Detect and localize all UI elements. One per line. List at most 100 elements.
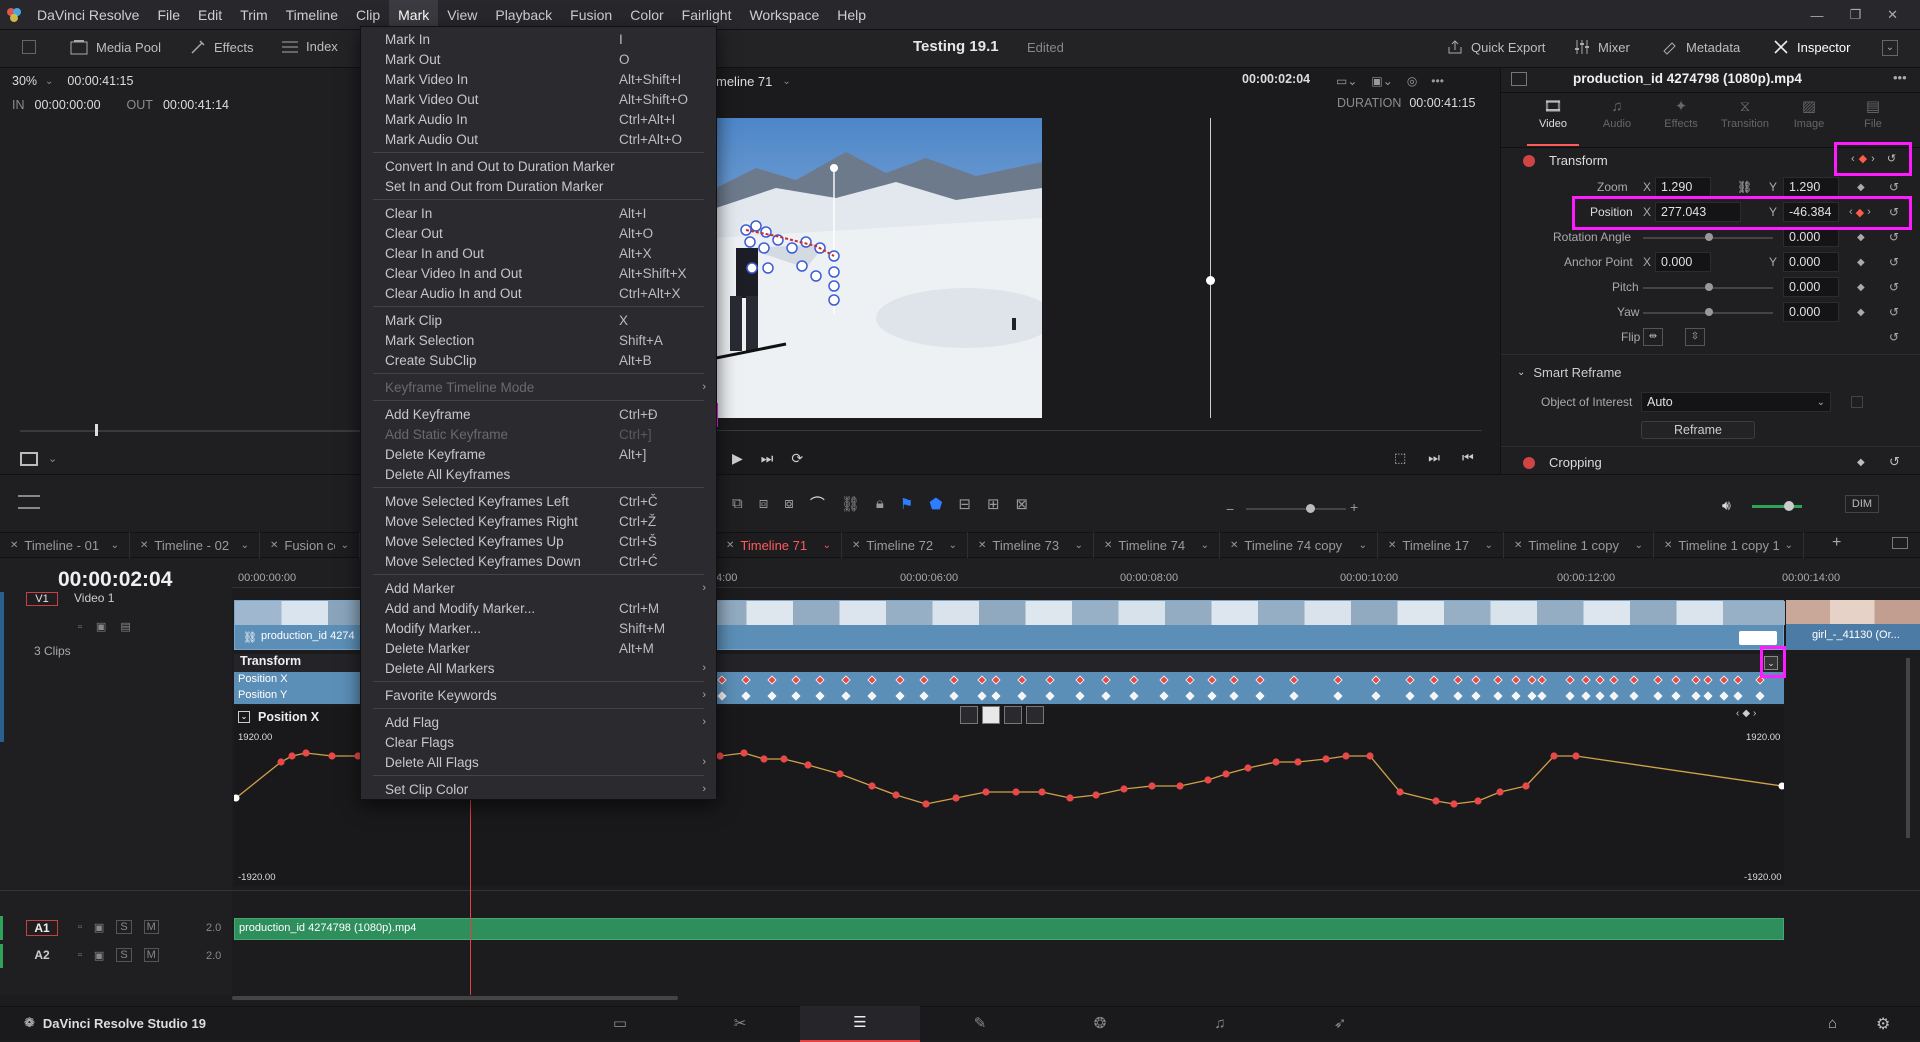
chevron-down-icon[interactable]: ⌄ xyxy=(48,452,57,465)
menu-item-mark-selection[interactable]: Mark Selection Shift+A xyxy=(361,330,716,350)
audio-clip[interactable]: production_id 4274798 (1080p).mp4 xyxy=(234,918,1784,940)
prev-keyframe-icon[interactable]: ‹ xyxy=(1849,206,1853,218)
timeline-scrollbar[interactable] xyxy=(232,996,678,1000)
keyframe-diamond-icon[interactable]: ◆ xyxy=(1857,257,1865,268)
video-clip-2[interactable]: girl_-_41130 (Or... xyxy=(1786,600,1920,650)
lock-icon[interactable]: ▫ xyxy=(78,949,82,961)
volume-slider[interactable] xyxy=(1752,505,1802,508)
tab-video[interactable]: 🎞︎ Video xyxy=(1521,96,1585,130)
timeline-tab[interactable]: ✕ Timeline 74 copy ⌄ xyxy=(1220,532,1378,558)
media-page-icon[interactable]: ▭ xyxy=(560,1007,680,1041)
close-icon[interactable]: ✕ xyxy=(852,540,860,551)
expand-icon[interactable]: ⌄ xyxy=(1882,40,1898,56)
chevron-down-icon[interactable]: ⌄ xyxy=(1764,656,1778,670)
auto-select-icon[interactable]: ▣ xyxy=(96,620,106,633)
close-icon[interactable]: ✕ xyxy=(726,540,734,551)
loop-icon[interactable]: ⟳ xyxy=(791,450,803,467)
lock-icon[interactable]: ▫ xyxy=(78,621,82,633)
link-icon[interactable]: ⛓ xyxy=(841,495,860,513)
mute-button[interactable]: M xyxy=(143,948,159,962)
chevron-down-icon[interactable]: ⌄ xyxy=(1359,540,1367,551)
menu-item-move-selected-keyframes-up[interactable]: Move Selected Keyframes Up Ctrl+Š xyxy=(361,531,716,551)
timeline-tab[interactable]: ✕ Timeline 1 copy ⌄ xyxy=(1504,532,1654,558)
prev-keyframe-icon[interactable]: ‹ xyxy=(1851,153,1855,165)
menu-item-move-selected-keyframes-right[interactable]: Move Selected Keyframes Right Ctrl+Ž xyxy=(361,511,716,531)
pitch-slider-handle[interactable] xyxy=(1705,283,1713,291)
gear-icon[interactable]: ⚙ xyxy=(1876,1014,1890,1034)
chevron-down-icon[interactable]: ⌄ xyxy=(45,76,53,87)
marker-icon[interactable]: ⬟ xyxy=(929,495,942,513)
reset-icon[interactable]: ↺ xyxy=(1887,152,1896,165)
menu-timeline[interactable]: Timeline xyxy=(277,0,347,30)
menu-item-mark-audio-out[interactable]: Mark Audio Out Ctrl+Alt+O xyxy=(361,129,716,149)
menu-item-mark-video-in[interactable]: Mark Video In Alt+Shift+I xyxy=(361,69,716,89)
next-keyframe-icon[interactable]: › xyxy=(1871,153,1875,165)
tab-transition[interactable]: ⧖ Transition xyxy=(1713,96,1777,130)
close-icon[interactable]: ✕ xyxy=(1104,540,1112,551)
edit-page-icon[interactable]: ☰ xyxy=(800,1006,920,1042)
index-button[interactable]: Index xyxy=(282,39,338,54)
smart-reframe-header[interactable]: ⌄ Smart Reframe xyxy=(1517,365,1622,380)
reframe-button[interactable]: Reframe xyxy=(1641,421,1755,439)
chevron-down-icon[interactable]: ⌄ xyxy=(1075,540,1083,551)
close-icon[interactable]: ✕ xyxy=(1388,540,1396,551)
close-icon[interactable]: ✕ xyxy=(270,540,278,551)
close-icon[interactable]: ✕ xyxy=(1887,7,1898,23)
menu-item-clear-audio-in-and-out[interactable]: Clear Audio In and Out Ctrl+Alt+X xyxy=(361,283,716,303)
menu-item-mark-in[interactable]: Mark In I xyxy=(361,29,716,49)
chevron-down-icon[interactable]: ⌄ xyxy=(1201,540,1209,551)
transform-icon[interactable] xyxy=(20,452,38,466)
keyframe-diamond-icon[interactable]: ◆ xyxy=(1857,307,1865,318)
menu-item-move-selected-keyframes-left[interactable]: Move Selected Keyframes Left Ctrl+Č xyxy=(361,491,716,511)
chevron-down-icon[interactable]: ⌄ xyxy=(949,540,957,551)
go-end-icon[interactable]: ⏭ xyxy=(1428,450,1440,466)
flip-horizontal-icon[interactable]: ⇹ xyxy=(1643,328,1663,346)
a2-track-label[interactable]: A2 xyxy=(26,948,58,964)
menu-item-delete-keyframe[interactable]: Delete Keyframe Alt+] xyxy=(361,444,716,464)
menu-item-clear-in[interactable]: Clear In Alt+I xyxy=(361,203,716,223)
go-start-icon[interactable]: ⏮ xyxy=(1462,450,1474,466)
chevron-down-icon[interactable]: ⌄ xyxy=(1785,540,1793,551)
mixer-button[interactable]: Mixer xyxy=(1574,39,1630,55)
timeline-tab[interactable]: ✕ Timeline - 02 ⌄ xyxy=(130,532,260,558)
zoom-y-field[interactable]: 1.290 xyxy=(1783,177,1839,197)
menu-item-clear-in-and-out[interactable]: Clear In and Out Alt+X xyxy=(361,243,716,263)
effects-button[interactable]: Effects xyxy=(190,39,254,55)
reset-icon[interactable]: ↺ xyxy=(1889,454,1900,470)
source-playhead[interactable] xyxy=(95,424,98,436)
viewer-mode-icon[interactable]: ▭⌄ xyxy=(1336,74,1357,88)
fairlight-page-icon[interactable]: ♫ xyxy=(1160,1007,1280,1041)
zoom-detail-icon[interactable]: ⊞ xyxy=(987,495,1000,513)
menu-edit[interactable]: Edit xyxy=(189,0,231,30)
yaw-slider-handle[interactable] xyxy=(1705,308,1713,316)
menu-item-clear-video-in-and-out[interactable]: Clear Video In and Out Alt+Shift+X xyxy=(361,263,716,283)
next-keyframe-icon[interactable]: › xyxy=(1867,206,1871,218)
keyframe-diamond-icon[interactable]: ◆ xyxy=(1857,232,1865,243)
menu-item-convert-in-and-out-to-duration-marker[interactable]: Convert In and Out to Duration Marker xyxy=(361,156,716,176)
mute-button[interactable]: M xyxy=(143,920,159,934)
reset-icon[interactable]: ↺ xyxy=(1889,280,1899,294)
reset-icon[interactable]: ↺ xyxy=(1889,230,1899,244)
close-icon[interactable]: ✕ xyxy=(1230,540,1238,551)
chevron-down-icon[interactable]: ⌄ xyxy=(782,76,790,87)
timeline-list-icon[interactable] xyxy=(1892,537,1908,549)
menu-item-set-clip-color[interactable]: Set Clip Color › xyxy=(361,779,716,799)
menu-item-add-marker[interactable]: Add Marker › xyxy=(361,578,716,598)
menu-item-clear-out[interactable]: Clear Out Alt+O xyxy=(361,223,716,243)
volume-icon[interactable]: 🔊︎ xyxy=(1722,497,1731,514)
rotation-slider-handle[interactable] xyxy=(1705,233,1713,241)
panel-toggle-icon[interactable] xyxy=(22,40,36,54)
timeline-tab[interactable]: ✕ Timeline 74 ⌄ xyxy=(1094,532,1220,558)
minimize-icon[interactable]: — xyxy=(1810,8,1823,23)
more-icon[interactable]: ••• xyxy=(1893,70,1907,85)
media-pool-button[interactable]: Media Pool xyxy=(70,39,161,55)
keyframe-diamond-icon[interactable]: ◆ xyxy=(1859,152,1867,165)
tab-effects[interactable]: ✦ Effects xyxy=(1649,96,1713,130)
sync-icon[interactable]: ◎ xyxy=(1407,74,1417,88)
cropping-enable-toggle[interactable] xyxy=(1523,457,1535,469)
menu-item-add-flag[interactable]: Add Flag › xyxy=(361,712,716,732)
link-icon[interactable]: ⛓ xyxy=(1737,180,1752,194)
timeline-tab[interactable]: ✕ Timeline 1 copy 1 ⌄ xyxy=(1654,532,1804,558)
reset-icon[interactable]: ↺ xyxy=(1889,180,1899,194)
cut-page-icon[interactable]: ✂ xyxy=(680,1007,800,1041)
